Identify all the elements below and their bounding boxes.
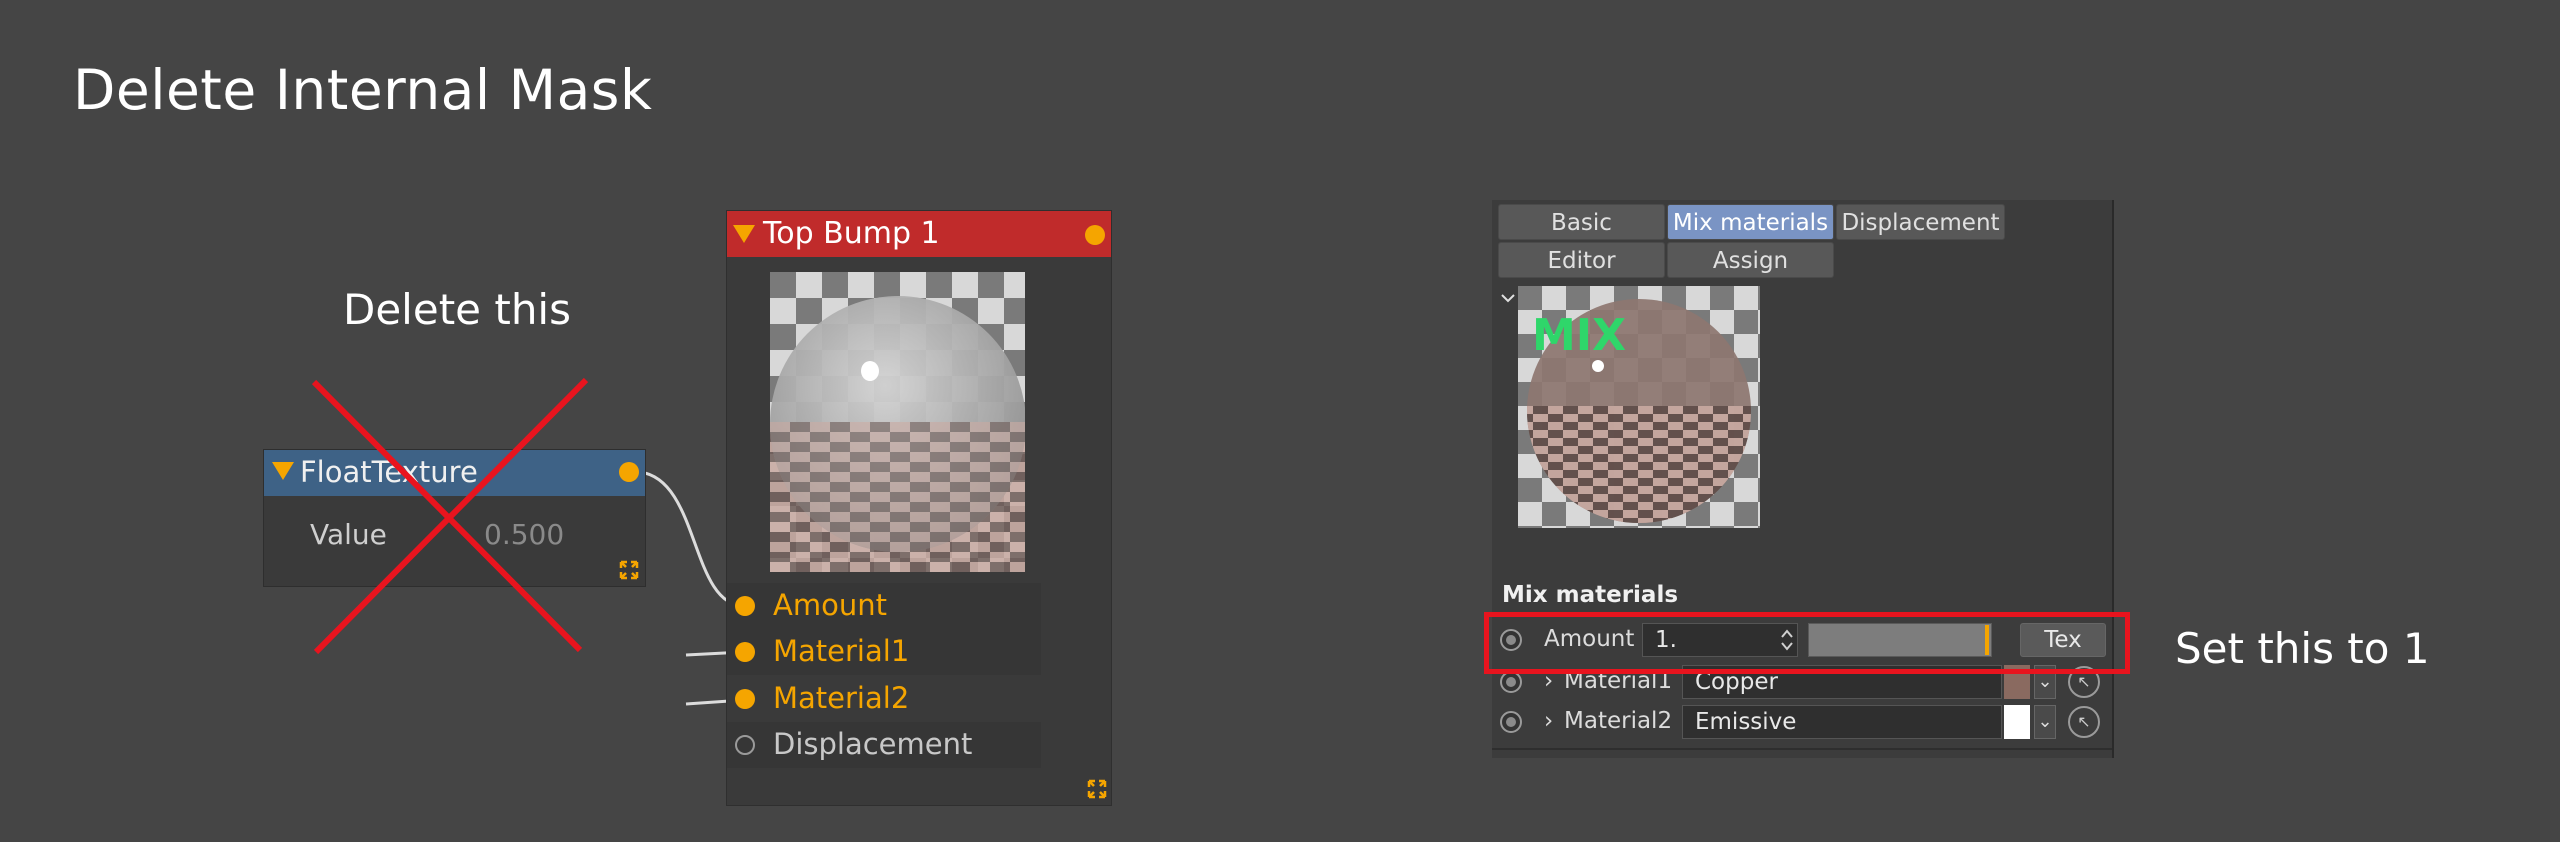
tab-displacement[interactable]: Displacement bbox=[1836, 204, 2005, 240]
set-note: Set this to 1 bbox=[2175, 624, 2430, 673]
displacement-pin-label: Displacement bbox=[773, 727, 973, 761]
mix-preview-image: MIX bbox=[1518, 286, 1760, 528]
tab-basic[interactable]: Basic bbox=[1498, 204, 1665, 240]
material2-pin[interactable] bbox=[735, 689, 755, 709]
material2-animate-radio[interactable] bbox=[1500, 711, 1522, 733]
top-bump-title: Top Bump 1 bbox=[763, 216, 940, 251]
delete-note: Delete this bbox=[343, 285, 571, 334]
tab-mix-materials[interactable]: Mix materials bbox=[1667, 204, 1834, 240]
chevron-down-icon[interactable] bbox=[1500, 292, 1516, 304]
top-bump-header[interactable]: Top Bump 1 bbox=[727, 211, 1111, 257]
amount-highlight-box bbox=[1484, 612, 2130, 674]
material1-pin[interactable] bbox=[735, 642, 755, 662]
material1-animate-radio[interactable] bbox=[1500, 671, 1522, 693]
section-title-mix-materials: Mix materials bbox=[1502, 582, 1679, 608]
material2-field[interactable]: Emissive bbox=[1682, 705, 2002, 739]
expand-chevron-icon[interactable]: › bbox=[1544, 708, 1553, 734]
delete-cross-icon bbox=[311, 377, 589, 655]
panel-divider bbox=[1492, 748, 2112, 750]
output-pin[interactable] bbox=[1085, 225, 1105, 245]
expand-icon[interactable] bbox=[1087, 779, 1107, 799]
top-bump-node[interactable]: Top Bump 1 Amount Material1 Material2 Di… bbox=[726, 210, 1112, 806]
collapse-triangle-icon[interactable] bbox=[272, 462, 294, 480]
pin-row-material2[interactable]: Material2 bbox=[727, 676, 1041, 722]
pin-row-displacement[interactable]: Displacement bbox=[727, 722, 1041, 768]
amount-pin-label: Amount bbox=[773, 588, 887, 622]
material1-pin-label: Material1 bbox=[773, 634, 910, 668]
output-pin[interactable] bbox=[619, 462, 639, 482]
material2-thumbnail bbox=[2004, 705, 2030, 739]
tab-editor[interactable]: Editor bbox=[1498, 242, 1665, 278]
pin-row-material1[interactable]: Material1 bbox=[727, 629, 1041, 675]
material2-pin-label: Material2 bbox=[773, 681, 910, 715]
mix-label: MIX bbox=[1532, 310, 1626, 361]
material-preview-image bbox=[770, 272, 1025, 572]
collapse-triangle-icon[interactable] bbox=[733, 225, 755, 243]
amount-pin[interactable] bbox=[735, 596, 755, 616]
pin-row-amount[interactable]: Amount bbox=[727, 583, 1041, 629]
properties-panel: Basic Mix materials Displacement Editor … bbox=[1492, 200, 2114, 758]
expand-icon[interactable] bbox=[619, 560, 639, 580]
tab-assign[interactable]: Assign bbox=[1667, 242, 1834, 278]
material2-dropdown-icon[interactable]: ⌄ bbox=[2034, 705, 2056, 739]
material2-label: Material2 bbox=[1564, 708, 1673, 734]
material2-picker-icon[interactable]: ↖ bbox=[2068, 706, 2100, 738]
displacement-pin[interactable] bbox=[735, 735, 755, 755]
material2-row: › Material2 Emissive ⌄ ↖ bbox=[1492, 702, 2112, 742]
